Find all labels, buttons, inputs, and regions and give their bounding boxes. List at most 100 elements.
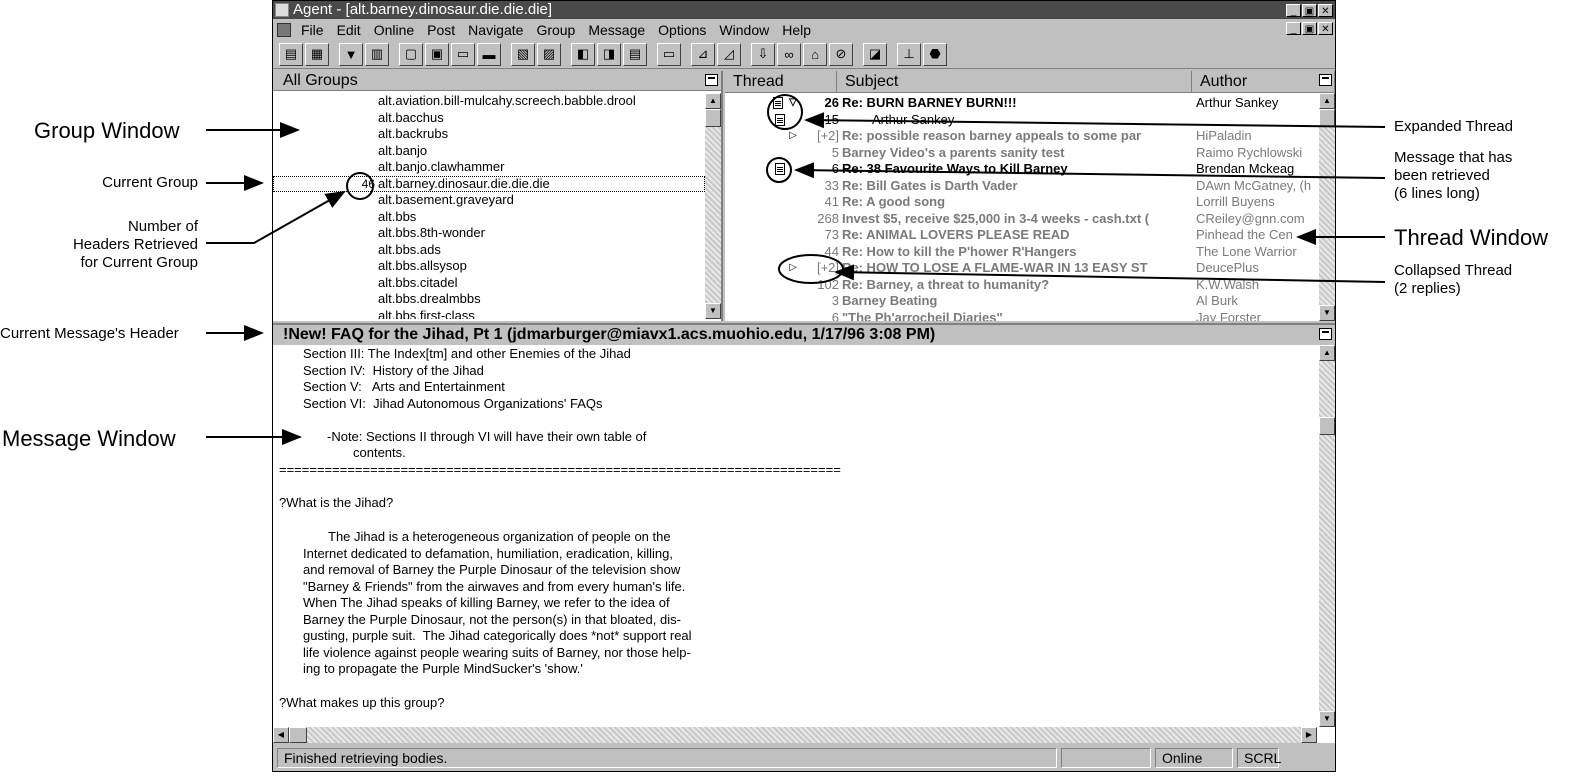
group-row[interactable]: alt.aviation.bill-mulcahy.screech.babble… [273,93,705,110]
group-scrollbar[interactable]: ▲ ▼ [705,93,721,319]
minimize-button[interactable]: _ [1286,3,1301,17]
prev-icon[interactable]: ◧ [571,42,595,66]
doc-minimize-button[interactable]: _ [1286,22,1301,35]
message-hscrollbar[interactable]: ◀ ▶ [273,727,1317,743]
thread-row[interactable]: 6 "The Ph'arrocheil Diaries" Jay Forster [725,310,1319,322]
keep-icon[interactable]: ⊿ [691,42,715,66]
thread-icon[interactable]: ▤ [623,42,647,66]
scroll-thumb[interactable] [1319,417,1335,435]
menu-message[interactable]: Message [584,22,654,38]
scroll-thumb[interactable] [705,109,721,127]
retrieve-icon[interactable]: ▧ [511,42,535,66]
agent-app-icon[interactable] [275,3,289,17]
thread-row[interactable]: 15 Arthur Sankey [725,112,1319,129]
mark-read-icon[interactable]: ⌂ [803,42,827,66]
group-row[interactable]: alt.banjo [273,143,705,160]
group-list: alt.aviation.bill-mulcahy.screech.babble… [273,93,705,319]
message-scrollbar[interactable]: ▲ ▼ [1319,345,1335,727]
thread-row[interactable]: ▷ [+2] Re: HOW TO LOSE A FLAME-WAR IN 13… [725,260,1319,277]
scroll-thumb[interactable] [1319,109,1335,127]
restore-button[interactable]: ▣ [1302,3,1317,17]
scroll-up-icon[interactable]: ▲ [705,93,721,109]
thread-row[interactable]: ▽ 26 Re: BURN BARNEY BURN!!! Arthur Sank… [725,95,1319,112]
document-system-menu-icon[interactable] [277,22,291,37]
thread-row[interactable]: 102 Re: Barney, a threat to humanity? K.… [725,277,1319,294]
stop-sign-icon[interactable]: ⬣ [923,42,947,66]
doc-close-button[interactable]: ✕ [1318,22,1333,35]
next-icon[interactable]: ◨ [597,42,621,66]
thread-subject: Re: BURN BARNEY BURN!!! [842,95,1017,110]
scroll-thumb[interactable] [289,727,307,743]
thread-row[interactable]: 5 Barney Video's a parents sanity test R… [725,145,1319,162]
group-row-current[interactable]: 46 alt.barney.dinosaur.die.die.die [273,175,705,192]
scroll-down-icon[interactable]: ▼ [1319,711,1335,727]
stop-icon[interactable]: ⊥ [897,42,921,66]
callout-retrieved-line: Message that has [1394,149,1513,166]
menu-online[interactable]: Online [370,22,423,38]
watch-icon[interactable]: ◿ [717,42,741,66]
title-bar[interactable]: Agent - [alt.barney.dinosaur.die.die.die… [273,1,1335,19]
new-message-icon[interactable]: ▢ [399,42,423,66]
group-row[interactable]: alt.bbs [273,209,705,226]
group-name: alt.banjo.clawhammer [378,159,505,174]
thread-row[interactable]: 268 Invest $5, receive $25,000 in 3-4 we… [725,211,1319,228]
doc-restore-button[interactable]: ▣ [1302,22,1317,35]
thread-row[interactable]: 41 Re: A good song Lorrill Buyens [725,194,1319,211]
scroll-right-icon[interactable]: ▶ [1301,727,1317,743]
column-author[interactable]: Author [1192,71,1335,93]
maximize-pane-icon[interactable] [705,74,718,86]
group-row[interactable]: alt.bbs.allsysop [273,258,705,275]
group-row[interactable]: alt.bbs.ads [273,242,705,259]
group-row[interactable]: alt.bacchus [273,110,705,127]
scroll-up-icon[interactable]: ▲ [1319,345,1335,361]
menu-group[interactable]: Group [532,22,584,38]
reply-icon[interactable]: ▣ [425,42,449,66]
menu-post[interactable]: Post [423,22,464,38]
properties-icon[interactable]: ⊘ [829,42,853,66]
group-row[interactable]: alt.basement.graveyard [273,192,705,209]
group-row[interactable]: alt.bbs.first-class [273,308,705,320]
thread-row[interactable]: 3 Barney Beating Al Burk [725,293,1319,310]
mark-icon[interactable]: ▨ [537,42,561,66]
group-row[interactable]: alt.banjo.clawhammer [273,159,705,176]
forward-icon[interactable]: ▬ [477,42,501,66]
delete-icon[interactable]: ∞ [777,42,801,66]
thread-row[interactable]: 33 Re: Bill Gates is Darth Vader DAwn Mc… [725,178,1319,195]
group-row[interactable]: alt.bbs.citadel [273,275,705,292]
ignore-icon[interactable]: ⇩ [751,42,775,66]
purge-icon[interactable]: ▥ [365,42,389,66]
menu-window[interactable]: Window [715,22,778,38]
menu-file[interactable]: File [297,22,333,38]
scroll-up-icon[interactable]: ▲ [1319,93,1335,109]
maximize-pane-icon[interactable] [1319,74,1332,86]
thread-row[interactable]: ▷ [+2] Re: possible reason barney appeal… [725,128,1319,145]
scroll-left-icon[interactable]: ◀ [273,727,289,743]
menu-options[interactable]: Options [654,22,715,38]
thread-row[interactable]: 73 Re: ANIMAL LOVERS PLEASE READ Pinhead… [725,227,1319,244]
filter-icon[interactable]: ▼ [339,42,363,66]
thread-scrollbar[interactable]: ▲ ▼ [1319,93,1335,321]
menu-help[interactable]: Help [778,22,820,38]
column-subject[interactable]: Subject [837,71,1192,93]
collapse-arrow-icon[interactable]: ▷ [787,262,799,274]
scroll-down-icon[interactable]: ▼ [705,303,721,319]
menu-edit[interactable]: Edit [333,22,370,38]
thread-row[interactable]: 44 Re: How to kill the P'hower R'Hangers… [725,244,1319,261]
callout-message-window: Message Window [2,426,176,451]
collapse-arrow-icon[interactable]: ▷ [787,130,799,142]
maximize-pane-icon[interactable] [1319,328,1332,340]
group-row[interactable]: alt.bbs.drealmbbs [273,291,705,308]
column-thread[interactable]: Thread [725,71,837,93]
group-row[interactable]: alt.backrubs [273,126,705,143]
get-new-headers-icon[interactable]: ▤ [279,42,303,66]
close-button[interactable]: ✕ [1318,3,1333,17]
get-marked-bodies-icon[interactable]: ▦ [305,42,329,66]
menu-navigate[interactable]: Navigate [464,22,532,38]
expand-arrow-icon[interactable]: ▽ [787,97,799,109]
thread-row[interactable]: 6 Re: 38 Favourite Ways to Kill Barney B… [725,161,1319,178]
follow-up-icon[interactable]: ▭ [451,42,475,66]
scroll-down-icon[interactable]: ▼ [1319,305,1335,321]
print-icon[interactable]: ▭ [657,42,681,66]
online-icon[interactable]: ◪ [863,42,887,66]
group-row[interactable]: alt.bbs.8th-wonder [273,225,705,242]
